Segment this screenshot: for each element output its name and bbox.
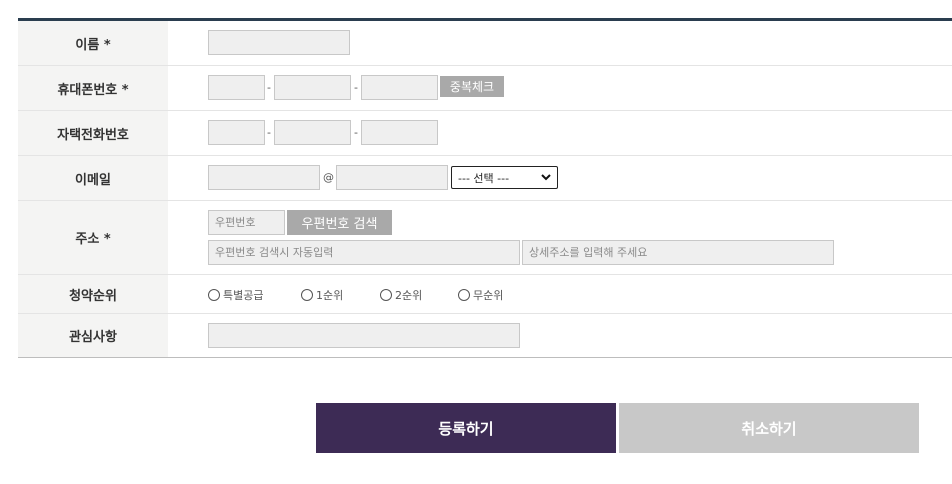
radio-circle-icon bbox=[380, 289, 392, 301]
name-label: 이름 * bbox=[18, 21, 168, 65]
priority-radio-second[interactable]: 2순위 bbox=[380, 287, 422, 303]
radio-circle-icon bbox=[208, 289, 220, 301]
phone-part2-input[interactable] bbox=[274, 75, 351, 100]
home-phone-separator: - bbox=[354, 126, 358, 139]
radio-circle-icon bbox=[301, 289, 313, 301]
interest-label: 관심사항 bbox=[18, 314, 168, 357]
priority-option-label: 2순위 bbox=[395, 289, 423, 302]
priority-label: 청약순위 bbox=[18, 275, 168, 313]
home-phone-row: 자택전화번호 - - bbox=[18, 111, 952, 156]
email-label: 이메일 bbox=[18, 156, 168, 200]
submit-button[interactable]: 등록하기 bbox=[316, 403, 616, 453]
email-id-input[interactable] bbox=[208, 165, 320, 190]
priority-radio-special[interactable]: 특별공급 bbox=[208, 287, 263, 303]
priority-option-label: 무순위 bbox=[473, 289, 504, 302]
home-phone-part1-input[interactable] bbox=[208, 120, 265, 145]
priority-option-label: 1순위 bbox=[316, 289, 344, 302]
phone-part3-input[interactable] bbox=[361, 75, 438, 100]
email-domain-select-value: --- 선택 --- bbox=[458, 171, 510, 185]
phone-separator: - bbox=[354, 81, 358, 94]
zip-code-input[interactable] bbox=[208, 210, 285, 235]
home-phone-part2-input[interactable] bbox=[274, 120, 351, 145]
email-domain-select[interactable]: --- 선택 --- bbox=[451, 166, 558, 189]
phone-separator: - bbox=[267, 81, 271, 94]
phone-part1-input[interactable] bbox=[208, 75, 265, 100]
priority-radio-first[interactable]: 1순위 bbox=[301, 287, 343, 303]
home-phone-separator: - bbox=[267, 126, 271, 139]
address-row: 주소 * 우편번호 검색 bbox=[18, 201, 952, 275]
radio-circle-icon bbox=[458, 289, 470, 301]
name-input[interactable] bbox=[208, 30, 350, 55]
priority-option-label: 특별공급 bbox=[223, 289, 264, 302]
phone-label: 휴대폰번호 * bbox=[18, 66, 168, 110]
email-domain-input[interactable] bbox=[336, 165, 448, 190]
registration-form: 이름 * 휴대폰번호 * - - 중복체크 자택전화번호 - - 이메일 @ -… bbox=[18, 18, 952, 358]
email-row: 이메일 @ --- 선택 --- bbox=[18, 156, 952, 201]
address-auto-input[interactable] bbox=[208, 240, 520, 265]
zip-search-button[interactable]: 우편번호 검색 bbox=[287, 210, 392, 235]
priority-row: 청약순위 특별공급 1순위 2순위 무순위 bbox=[18, 275, 952, 314]
home-phone-part3-input[interactable] bbox=[361, 120, 438, 145]
email-at-sign: @ bbox=[323, 171, 334, 184]
cancel-button[interactable]: 취소하기 bbox=[619, 403, 919, 453]
duplicate-check-button[interactable]: 중복체크 bbox=[440, 76, 504, 97]
home-phone-label: 자택전화번호 bbox=[18, 111, 168, 155]
phone-row: 휴대폰번호 * - - 중복체크 bbox=[18, 66, 952, 111]
interest-input[interactable] bbox=[208, 323, 520, 348]
chevron-down-icon bbox=[541, 174, 551, 181]
priority-radio-unranked[interactable]: 무순위 bbox=[458, 287, 503, 303]
address-detail-input[interactable] bbox=[522, 240, 834, 265]
name-row: 이름 * bbox=[18, 21, 952, 66]
interest-row: 관심사항 bbox=[18, 314, 952, 357]
address-label: 주소 * bbox=[18, 201, 168, 274]
